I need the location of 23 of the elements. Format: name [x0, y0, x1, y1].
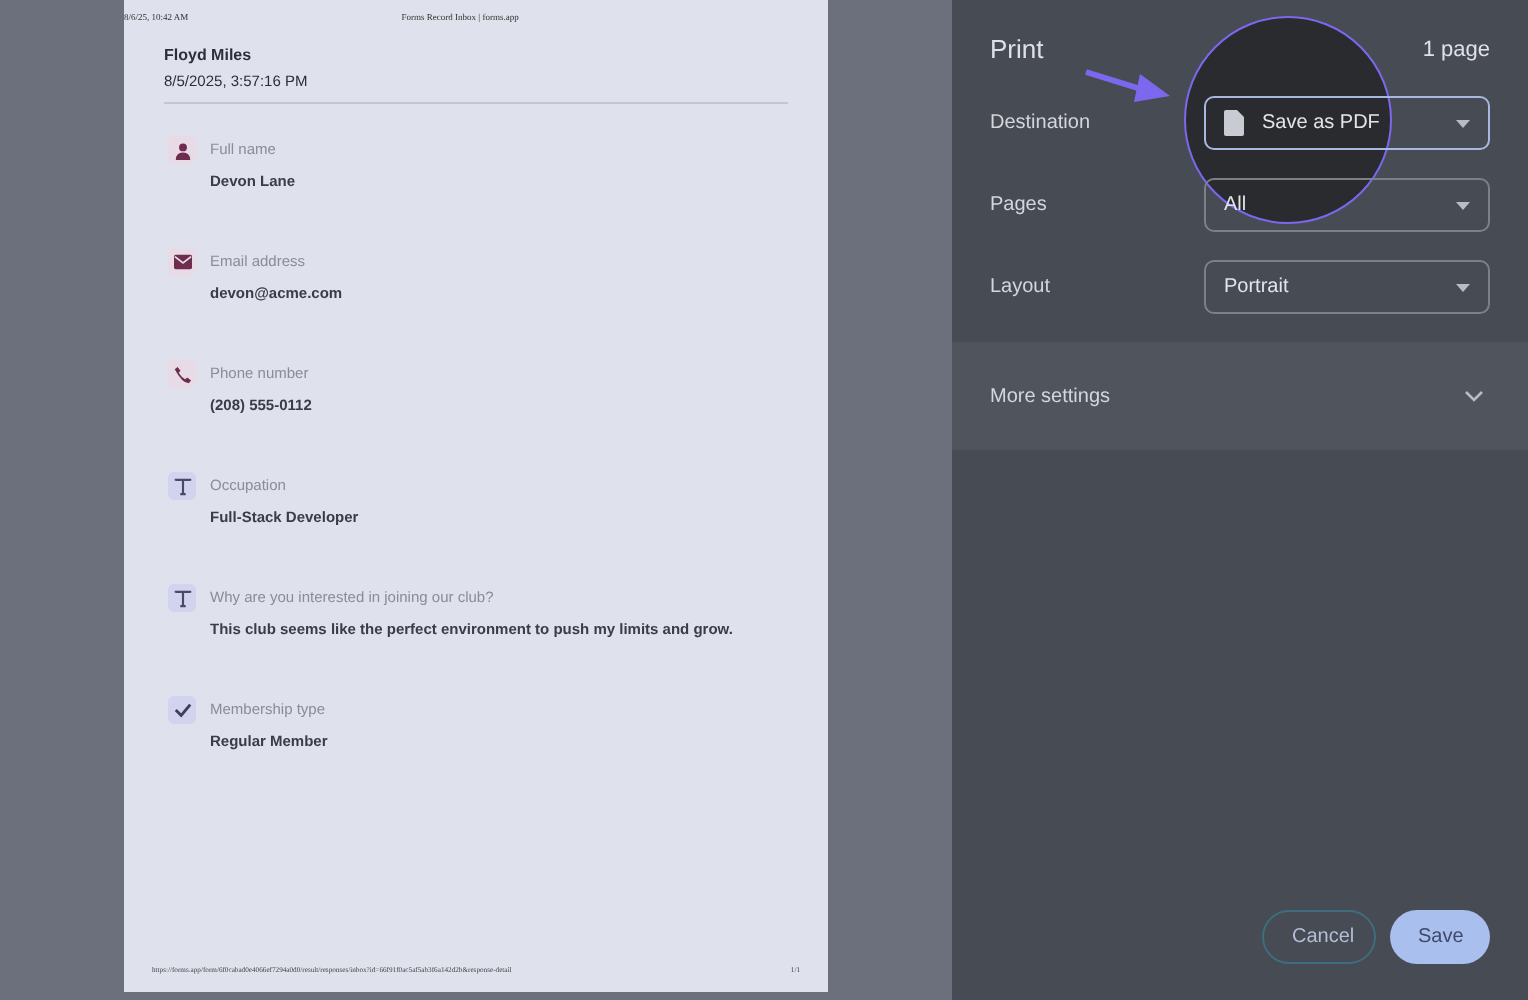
select-dropdown[interactable]: Portrait	[1204, 260, 1490, 314]
document-icon	[1224, 110, 1244, 136]
setting-label: Pages	[990, 194, 1047, 216]
phone-icon	[168, 360, 196, 388]
cancel-button[interactable]: Cancel	[1262, 910, 1376, 964]
caret-icon	[1456, 119, 1470, 127]
page-count: 1 page	[1422, 37, 1490, 61]
person-icon	[168, 136, 196, 164]
print-title: Print	[990, 34, 1044, 64]
more-settings-row[interactable]: More settings	[952, 342, 1528, 450]
setting-label: Layout	[990, 276, 1051, 298]
caret-icon	[1456, 283, 1470, 291]
select-dropdown[interactable]: Save as PDF	[1204, 96, 1490, 150]
arrow-icon	[1084, 66, 1172, 106]
envelope-icon	[168, 248, 196, 276]
chevron-icon	[1464, 390, 1484, 402]
save-button[interactable]: Save	[1390, 910, 1490, 964]
checkmark-icon	[168, 696, 196, 724]
caret-icon	[1456, 201, 1470, 209]
respondent-name: Floyd Miles	[164, 46, 254, 64]
text-icon	[168, 472, 196, 500]
text-icon	[168, 584, 196, 612]
setting-label: Destination	[990, 112, 1091, 134]
